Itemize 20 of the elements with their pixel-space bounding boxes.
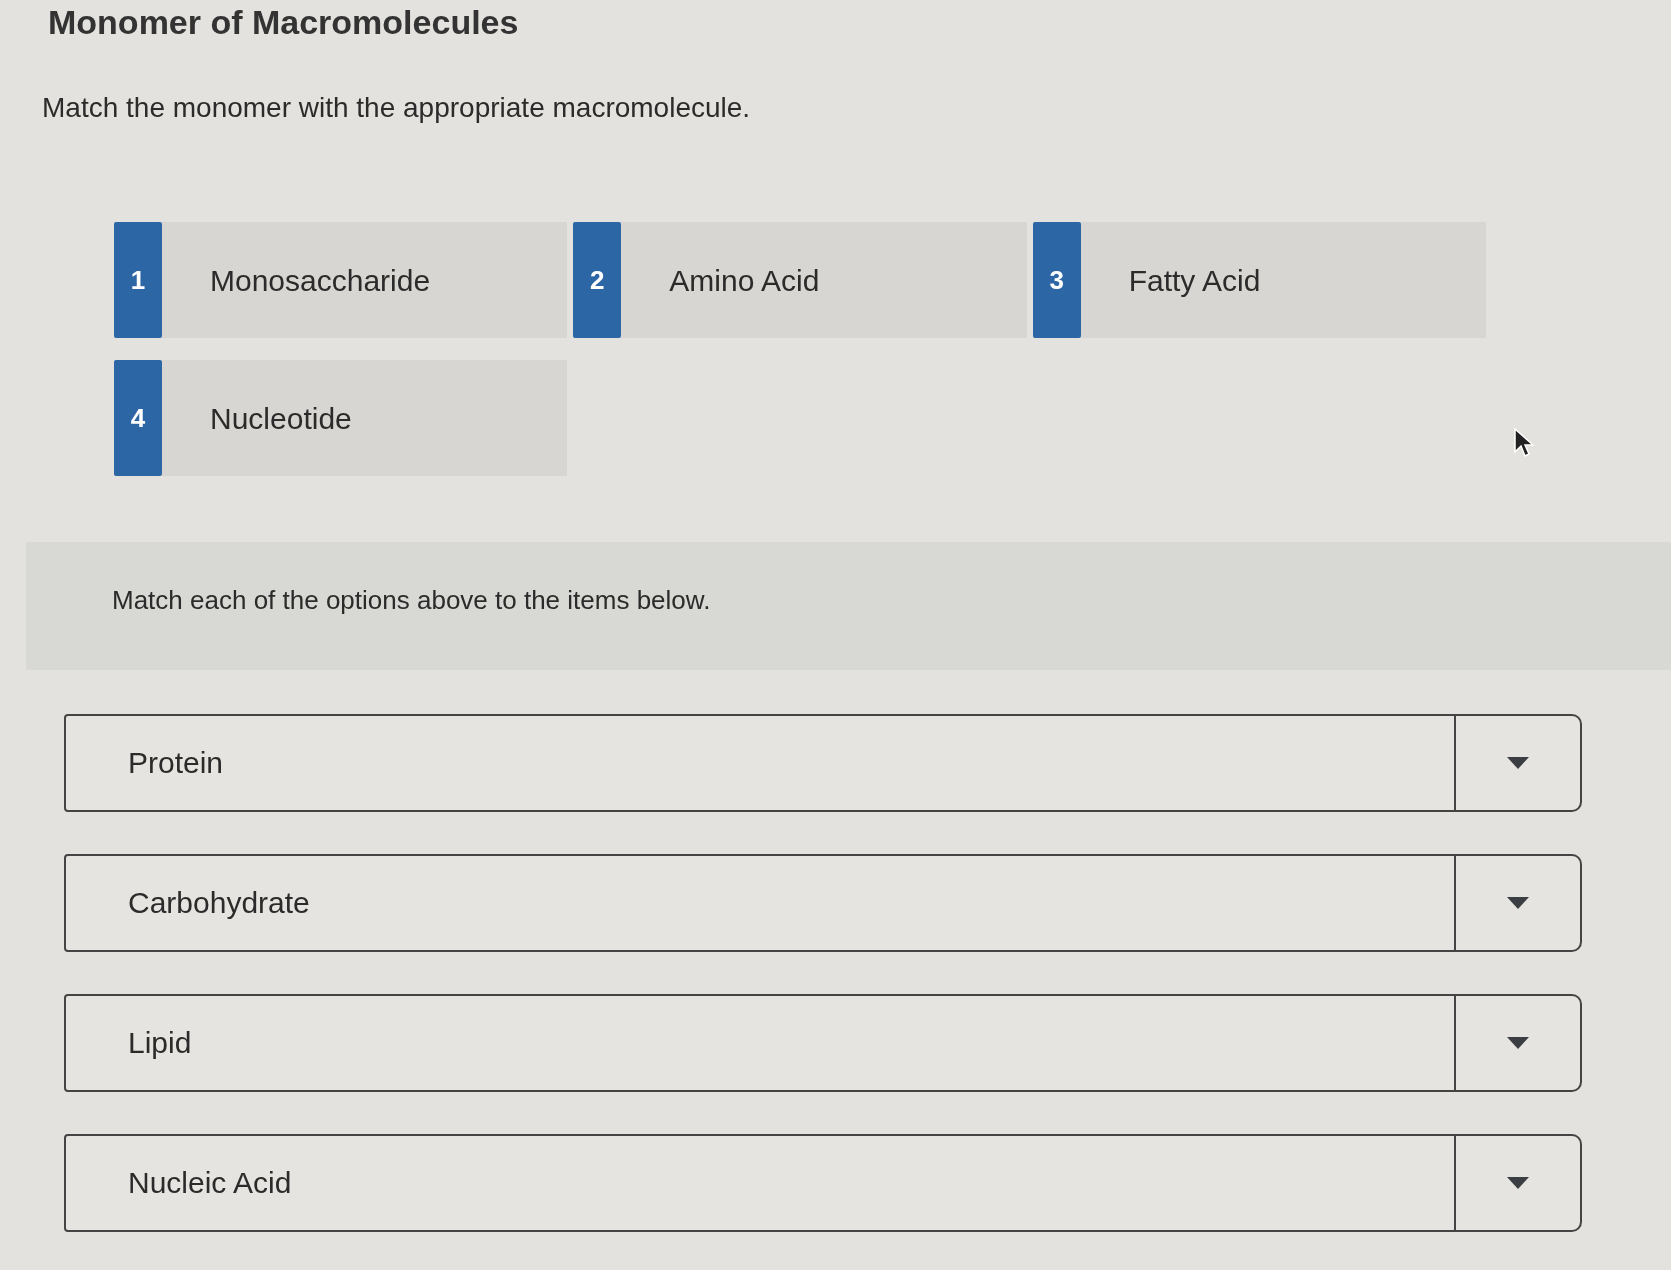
prompt-text: Match each of the options above to the items below. [112, 584, 711, 616]
page-title: Monomer of Macromolecules [48, 2, 519, 42]
item-label: Nucleic Acid [128, 1165, 292, 1201]
cursor-icon [1514, 428, 1534, 458]
item-label: Protein [128, 745, 224, 781]
option-number: 3 [1032, 222, 1081, 338]
option-number: 2 [573, 222, 622, 338]
option-card: Monosaccharide [162, 222, 568, 338]
option-card: Fatty Acid [1080, 222, 1486, 338]
caret-icon [1507, 1037, 1529, 1049]
caret-icon [1507, 897, 1529, 909]
instruction-text: Match the monomer with the appropriate macromolecule. [42, 91, 751, 125]
option-card: Nucleotide [162, 360, 568, 476]
item-label: Carbohydrate [128, 885, 310, 921]
option-number: 4 [114, 360, 162, 476]
caret-icon [1507, 757, 1529, 769]
option-number: 1 [114, 222, 162, 338]
item-label: Lipid [128, 1025, 192, 1061]
caret-icon [1507, 1177, 1529, 1189]
option-card: Amino Acid [621, 222, 1027, 338]
